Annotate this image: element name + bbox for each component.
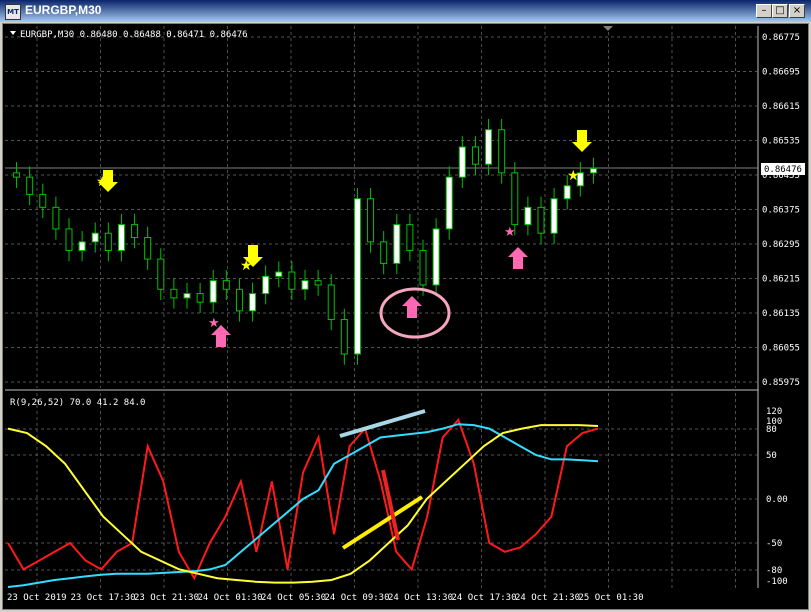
- candle-body: [170, 288, 178, 299]
- candle-body: [511, 172, 519, 226]
- candle-body: [445, 176, 453, 230]
- candle-body: [262, 275, 270, 295]
- candle-body: [471, 146, 479, 165]
- candle-body: [157, 258, 165, 290]
- buy-arrow-icon: [508, 247, 528, 269]
- candle-body: [91, 232, 99, 243]
- star-icon: ★: [208, 316, 220, 331]
- chart-svg[interactable]: ★ ★ ★ ★ ★ EURGBP,M30 0.86480 0.86488 0.8…: [0, 0, 811, 612]
- candle-body: [275, 271, 283, 277]
- scroll-marker-icon[interactable]: [603, 26, 613, 31]
- price-candles: [13, 118, 597, 365]
- current-price-label: 0.86476: [764, 165, 802, 175]
- candle-body: [209, 280, 217, 303]
- candle-body: [26, 176, 34, 195]
- candle-body: [340, 318, 348, 355]
- indicator-header: R(9,26,52) 70.0 41.2 84.0: [10, 398, 145, 408]
- sell-arrow-icon: [572, 130, 592, 152]
- price-tick-label: 0.85975: [762, 378, 800, 388]
- mid-line: [7, 423, 599, 588]
- candle-body: [485, 129, 493, 165]
- time-tick-label: 24 Oct 05:30: [261, 593, 326, 603]
- candle-body: [563, 185, 571, 200]
- time-tick-label: 24 Oct 09:30: [325, 593, 390, 603]
- slow-line: [7, 424, 599, 584]
- candle-body: [288, 271, 296, 290]
- indicator-tick-label: -100: [766, 577, 788, 587]
- indicator-lines: [7, 417, 599, 588]
- candle-body: [327, 284, 335, 320]
- candle-body: [78, 241, 86, 251]
- candle-body: [498, 129, 506, 174]
- price-tick-label: 0.86215: [762, 275, 800, 285]
- indicator-tick-label: 50: [766, 451, 777, 461]
- buy-arrow-icon: [402, 296, 422, 318]
- price-axis: 0.867750.866950.866150.865350.864550.863…: [762, 33, 800, 388]
- candle-body: [104, 232, 112, 251]
- candle-body: [144, 237, 152, 260]
- star-icon: ★: [96, 174, 109, 190]
- star-icon: ★: [567, 168, 580, 184]
- price-tick-label: 0.86375: [762, 206, 800, 216]
- candle-body: [222, 280, 230, 290]
- indicator-axis: 12010080500.00-50-80-100: [766, 407, 788, 587]
- candle-body: [393, 224, 401, 264]
- time-tick-label: 25 Oct 01:30: [579, 593, 644, 603]
- star-icon: ★: [240, 258, 253, 274]
- candle-body: [589, 168, 597, 174]
- candle-body: [524, 206, 532, 226]
- candle-body: [196, 293, 204, 303]
- candle-body: [183, 293, 191, 299]
- candle-body: [353, 198, 361, 355]
- indicator-tick-label: -50: [766, 539, 782, 549]
- candle-body: [537, 206, 545, 234]
- indicator-tick-label: 80: [766, 425, 777, 435]
- candle-body: [458, 146, 466, 178]
- indicator-tick-label: 0.00: [766, 495, 788, 505]
- price-tick-label: 0.86775: [762, 33, 800, 43]
- candle-body: [131, 224, 139, 239]
- time-tick-label: 24 Oct 17:30: [452, 593, 517, 603]
- price-tick-label: 0.86055: [762, 344, 800, 354]
- time-tick-label: 24 Oct 21:30: [515, 593, 580, 603]
- time-tick-label: 24 Oct 13:30: [388, 593, 453, 603]
- main-chart-header: EURGBP,M30 0.86480 0.86488 0.86471 0.864…: [20, 30, 248, 40]
- candle-body: [406, 224, 414, 251]
- candle-body: [39, 193, 47, 208]
- time-tick-label: 24 Oct 01:30: [198, 593, 263, 603]
- candle-body: [419, 249, 427, 286]
- indicator-tick-label: -80: [766, 566, 782, 576]
- price-tick-label: 0.86295: [762, 240, 800, 250]
- time-tick-label: 23 Oct 17:30: [71, 593, 136, 603]
- candle-body: [301, 280, 309, 290]
- candle-body: [117, 224, 125, 251]
- star-icon: ★: [504, 225, 516, 240]
- candle-body: [65, 228, 73, 251]
- price-tick-label: 0.86135: [762, 309, 800, 319]
- candle-body: [249, 293, 257, 312]
- price-tick-label: 0.86535: [762, 137, 800, 147]
- chevron-down-icon[interactable]: [10, 31, 16, 35]
- candle-body: [13, 172, 21, 178]
- trendline-blue: [339, 409, 426, 438]
- candle-body: [367, 198, 375, 243]
- candle-body: [432, 228, 440, 286]
- time-tick-label: 23 Oct 21:30: [134, 593, 199, 603]
- price-tick-label: 0.86695: [762, 68, 800, 78]
- candle-body: [550, 198, 558, 234]
- candle-body: [235, 288, 243, 312]
- time-tick-label: 23 Oct 2019: [7, 593, 67, 603]
- candle-body: [52, 206, 60, 230]
- time-axis: 23 Oct 2019 23 Oct 17:3023 Oct 21:3024 Oc…: [7, 593, 644, 603]
- candle-body: [314, 280, 322, 286]
- indicator-tick-label: 120: [766, 407, 782, 417]
- price-tick-label: 0.86615: [762, 102, 800, 112]
- candle-body: [380, 241, 388, 264]
